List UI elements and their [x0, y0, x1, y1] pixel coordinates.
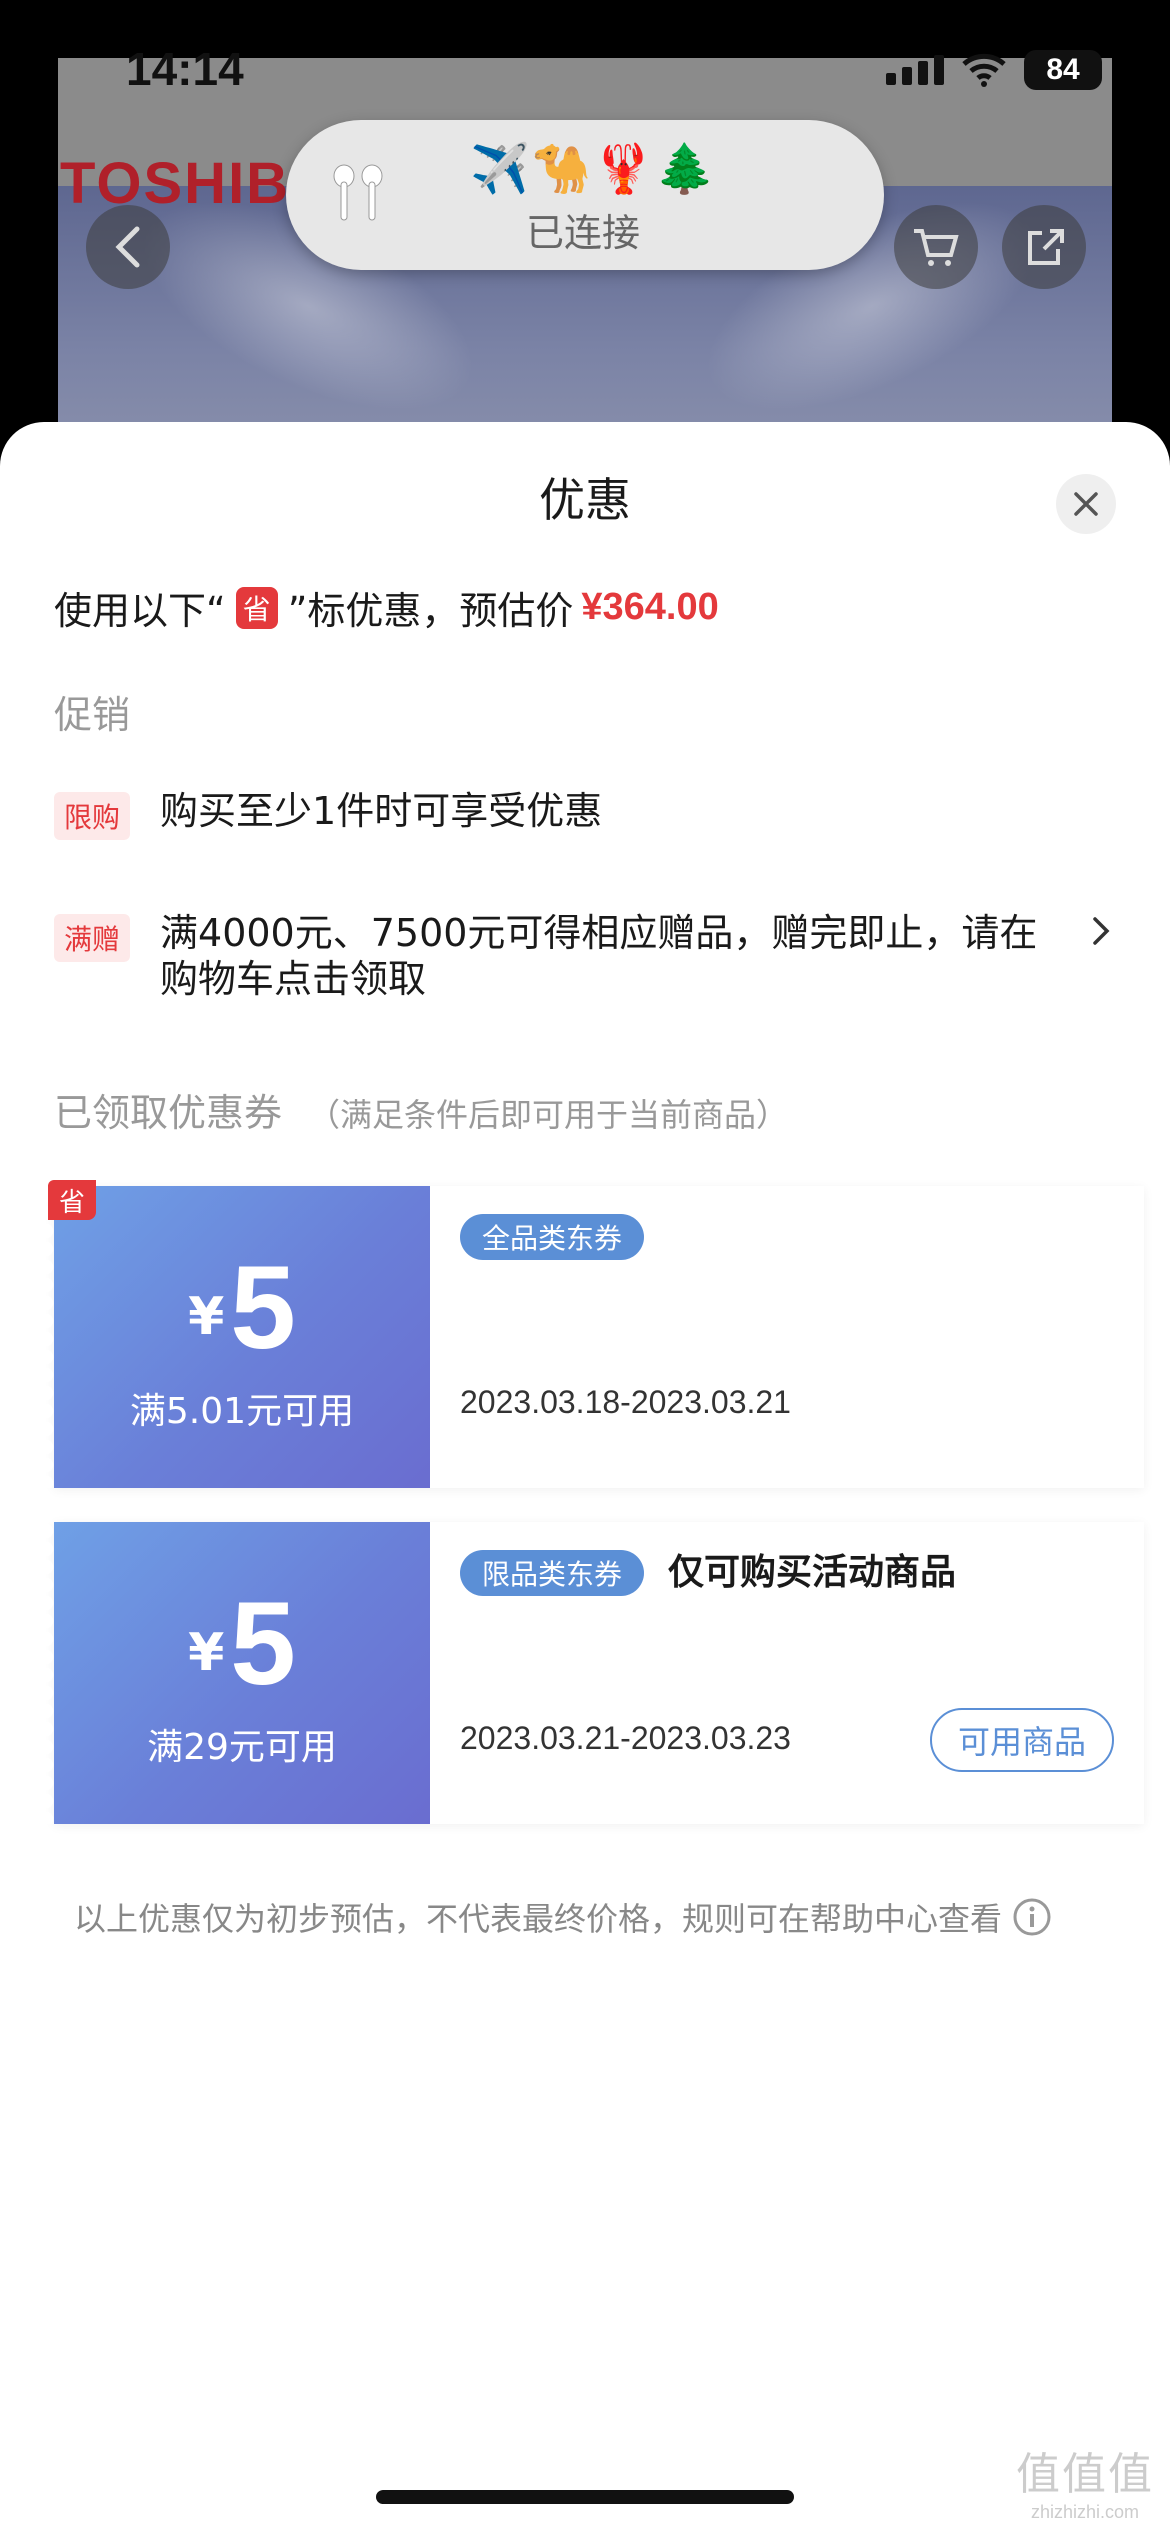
chevron-right-icon [1093, 917, 1110, 945]
watermark-url: zhizhizhi.com [1030, 2502, 1140, 2522]
coupon-value: 5 [230, 1578, 296, 1710]
summary-prefix: 使用以下“ [54, 589, 226, 633]
save-badge: 省 [235, 586, 278, 629]
coupon-amount: ¥5 [54, 1240, 430, 1376]
coupon-value-panel: ¥5 满5.01元可用 [46, 1186, 430, 1488]
coupon-description: 仅可购买活动商品 [668, 1552, 957, 1593]
watermark-logo: 值值值 [1016, 2449, 1154, 2500]
coupon-card[interactable]: ¥5 满5.01元可用 省 全品类东券 2023.03.18-2023.03.2… [46, 1180, 1144, 1488]
device-name-emojis: ✈️🐪🦞🌲 [470, 141, 718, 197]
coupon-value: 5 [230, 1242, 296, 1374]
connection-status: 已连接 [526, 211, 641, 255]
promotion-text: 满4000元、7500元可得相应赠品，赠完即止，请在购物车点击领取 [160, 911, 1038, 1001]
promotion-item: 限购 购买至少1件时可享受优惠 [54, 788, 1116, 840]
promotion-text: 购买至少1件时可享受优惠 [160, 789, 603, 833]
discount-sheet: 优惠 使用以下“ 省 ”标优惠，预估价 ¥364.00 促销 限购 购买至少1件… [0, 422, 1170, 2532]
coupon-amount: ¥5 [54, 1576, 430, 1712]
back-button[interactable] [86, 205, 170, 289]
currency-symbol: ¥ [188, 1623, 225, 1683]
wifi-icon [962, 53, 1006, 87]
coupons-title: 已领取优惠券 [54, 1091, 283, 1135]
disclaimer-text: 以上优惠仅为初步预估，不代表最终价格，规则可在帮助中心查看 [74, 1900, 1003, 1938]
close-icon [1074, 492, 1098, 516]
coupon-type-tag: 限品类东券 [460, 1550, 645, 1596]
coupon-value-panel: ¥5 满29元可用 [46, 1522, 430, 1824]
cart-button[interactable] [894, 205, 978, 289]
eligible-products-button[interactable]: 可用商品 [930, 1708, 1114, 1772]
promotion-tag: 满赠 [54, 914, 131, 962]
coupon-card[interactable]: ¥5 满29元可用 限品类东券 仅可购买活动商品 2023.03.21-2023… [46, 1522, 1144, 1824]
price-summary: 使用以下“ 省 ”标优惠，预估价 ¥364.00 [54, 580, 719, 635]
status-icons: 84 [886, 50, 1102, 90]
cellular-signal-icon [886, 55, 944, 85]
disclaimer: 以上优惠仅为初步预估，不代表最终价格，规则可在帮助中心查看 [74, 1894, 1052, 1940]
close-button[interactable] [1056, 474, 1116, 534]
cart-icon [914, 229, 959, 266]
estimated-price: ¥364.00 [581, 586, 719, 628]
promotion-item-gift[interactable]: 满赠 满4000元、7500元可得相应赠品，赠完即止，请在购物车点击领取 [54, 910, 1116, 1002]
battery-indicator: 84 [1024, 50, 1102, 90]
info-icon[interactable] [1012, 1897, 1052, 1937]
promotion-tag: 限购 [54, 792, 131, 840]
status-time: 14:14 [126, 43, 244, 95]
save-corner-badge: 省 [48, 1180, 96, 1220]
coupon-threshold: 满29元可用 [147, 1727, 337, 1768]
currency-symbol: ¥ [188, 1287, 225, 1347]
promotions-heading: 促销 [54, 693, 131, 737]
summary-middle: ”标优惠，预估价 [287, 589, 574, 633]
airpods-connection-popup: ✈️🐪🦞🌲 已连接 [286, 120, 884, 270]
airpods-icon [333, 164, 383, 221]
chevron-left-icon [115, 226, 140, 268]
coupons-heading: 已领取优惠券 （满足条件后即可用于当前商品） [54, 1082, 788, 1137]
coupon-validity: 2023.03.18-2023.03.21 [460, 1384, 791, 1420]
coupon-type-tag: 全品类东券 [460, 1214, 645, 1260]
coupon-threshold: 满5.01元可用 [129, 1391, 355, 1432]
sheet-title: 优惠 [539, 473, 631, 527]
coupon-validity: 2023.03.21-2023.03.23 [460, 1720, 791, 1756]
share-icon [1028, 229, 1064, 265]
coupons-note: （满足条件后即可用于当前商品） [308, 1096, 789, 1134]
home-indicator[interactable] [376, 2490, 794, 2504]
watermark: 值值值 zhizhizhi.com [1016, 2438, 1154, 2523]
share-button[interactable] [1002, 205, 1086, 289]
